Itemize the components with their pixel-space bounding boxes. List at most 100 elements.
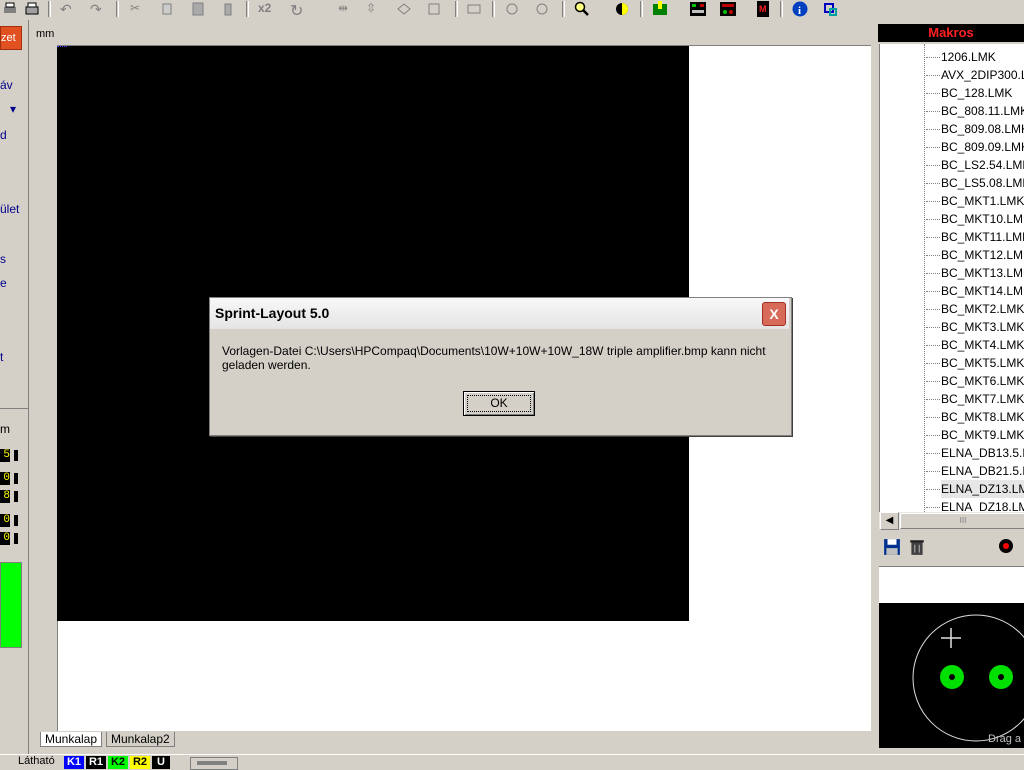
undo-icon[interactable]: ↶ xyxy=(60,1,76,17)
macro-list-item[interactable]: BC_MKT4.LMK xyxy=(941,336,1024,354)
layer-u[interactable]: U xyxy=(152,756,170,769)
macro-list-item[interactable]: BC_128.LMK xyxy=(941,84,1012,102)
footprint-preview xyxy=(912,614,1024,742)
macro-list-item[interactable]: 1206.LMK xyxy=(941,48,996,66)
redo-icon[interactable]: ↷ xyxy=(90,1,106,17)
left-item[interactable]: e xyxy=(0,276,7,290)
macro-list-item[interactable]: AVX_2DIP300.L xyxy=(941,66,1024,84)
svg-text:M: M xyxy=(759,4,767,14)
ok-button[interactable]: OK xyxy=(463,391,535,416)
scroll-left-button[interactable]: ◀ xyxy=(880,512,899,530)
number-field[interactable]: 0 xyxy=(0,514,10,527)
number-field[interactable]: 0 xyxy=(0,532,10,545)
print-icon[interactable] xyxy=(2,1,18,17)
toolbar: ↶ ↷ ✂ x2 ↻ ⇹ ⇳ M i xyxy=(0,0,1024,20)
left-item[interactable]: s xyxy=(0,252,6,266)
trash-icon[interactable] xyxy=(908,538,926,556)
drag-hint: Drag a xyxy=(988,733,1022,745)
macro-list-item[interactable]: ELNA_DB21.5.L xyxy=(941,462,1024,480)
macro-list-item[interactable]: BC_MKT5.LMK xyxy=(941,354,1024,372)
move-icon[interactable] xyxy=(822,1,838,17)
left-tab[interactable]: zet xyxy=(0,26,22,50)
macro-list-item[interactable]: BC_MKT7.LMK xyxy=(941,390,1024,408)
zoom-icon[interactable] xyxy=(574,1,590,17)
macro-list-item[interactable]: BC_MKT10.LMK xyxy=(941,210,1024,228)
layer-k1[interactable]: K1 xyxy=(64,756,84,769)
chevron-down-icon[interactable]: ▾ xyxy=(10,102,16,116)
left-item[interactable]: t xyxy=(0,350,3,364)
macro-list-item[interactable]: BC_MKT11.LMK xyxy=(941,228,1024,246)
left-item[interactable]: áv xyxy=(0,78,13,92)
layer-r2[interactable]: R2 xyxy=(130,756,150,769)
x2-icon[interactable]: x2 xyxy=(258,1,274,17)
macro-list-item[interactable]: BC_MKT1.LMK xyxy=(941,192,1024,210)
macro-list-item[interactable]: BC_LS5.08.LMK xyxy=(941,174,1024,192)
align-icon[interactable] xyxy=(466,1,482,17)
delete-icon[interactable] xyxy=(220,1,236,17)
photo-icon[interactable] xyxy=(720,1,736,17)
macro-list-item[interactable]: ELNA_DZ13.LM xyxy=(941,480,1024,498)
left-item[interactable]: ület xyxy=(0,202,19,216)
macro-list-item[interactable]: BC_MKT14.LMK xyxy=(941,282,1024,300)
spinner[interactable] xyxy=(14,491,18,502)
mirror-h-icon[interactable]: ⇹ xyxy=(338,1,354,17)
info-icon[interactable]: i xyxy=(792,1,808,17)
macro-list-item[interactable]: ELNA_DB13.5.L xyxy=(941,444,1024,462)
mirror-v-icon[interactable]: ⇳ xyxy=(366,1,382,17)
layer-icon[interactable] xyxy=(504,1,520,17)
macro-list-item[interactable]: BC_809.08.LMK xyxy=(941,120,1024,138)
makros-tree[interactable]: 1206.LMK AVX_2DIP300.L BC_128.LMK BC_808.11… xyxy=(879,44,1024,512)
macro-list-item[interactable]: BC_MKT12.LMK xyxy=(941,246,1024,264)
copy-icon[interactable] xyxy=(160,1,176,17)
rotate-icon[interactable]: ↻ xyxy=(290,1,306,20)
unit-label: mm xyxy=(36,28,55,40)
number-field[interactable]: 0 xyxy=(0,472,10,485)
macro-list-item[interactable]: BC_MKT8.LMK xyxy=(941,408,1024,426)
number-field[interactable]: 8 xyxy=(0,490,10,503)
tab-bar: Munkalap Munkalap2 xyxy=(30,731,875,748)
macro-preview[interactable] xyxy=(879,603,1024,748)
group-icon[interactable] xyxy=(396,1,412,17)
drc-icon[interactable] xyxy=(690,1,706,17)
macro-info-area xyxy=(879,566,1024,603)
svg-text:i: i xyxy=(798,5,801,17)
macro-list-item[interactable]: BC_MKT13.LMK xyxy=(941,264,1024,282)
number-field[interactable]: 5 xyxy=(0,449,10,462)
layer-r1[interactable]: R1 xyxy=(86,756,106,769)
status-button[interactable] xyxy=(190,757,238,770)
dialog-title: Sprint-Layout 5.0 xyxy=(215,305,330,321)
layer-icon[interactable] xyxy=(534,1,550,17)
macro-list-item[interactable]: BC_808.11.LMK xyxy=(941,102,1024,120)
spinner[interactable] xyxy=(14,533,18,544)
spinner[interactable] xyxy=(14,515,18,526)
record-icon[interactable] xyxy=(998,538,1014,554)
tools-icon[interactable] xyxy=(652,1,668,17)
ungroup-icon[interactable] xyxy=(426,1,442,17)
macro-list-item[interactable]: BC_809.09.LMK xyxy=(941,138,1024,156)
save-icon[interactable] xyxy=(883,538,901,556)
layer-k2[interactable]: K2 xyxy=(108,756,128,769)
cut-icon[interactable]: ✂ xyxy=(130,1,146,17)
scroll-thumb[interactable]: III xyxy=(900,513,1024,529)
origin-marker xyxy=(57,46,67,51)
macro-icon[interactable]: M xyxy=(756,1,772,17)
macro-list-item[interactable]: BC_MKT6.LMK xyxy=(941,372,1024,390)
spinner[interactable] xyxy=(14,450,18,461)
print-icon[interactable] xyxy=(24,1,40,17)
active-color-swatch[interactable] xyxy=(0,562,22,648)
tab-munkalap[interactable]: Munkalap xyxy=(40,732,103,747)
close-icon[interactable]: X xyxy=(762,302,786,326)
left-item[interactable]: d xyxy=(0,128,7,142)
macro-list-item[interactable]: BC_MKT2.LMK xyxy=(941,300,1024,318)
macro-list-item[interactable]: BC_LS2.54.LMK xyxy=(941,156,1024,174)
paste-icon[interactable] xyxy=(190,1,206,17)
macro-list-item[interactable]: BC_MKT3.LMK xyxy=(941,318,1024,336)
tab-munkalap2[interactable]: Munkalap2 xyxy=(106,732,175,747)
unit-label: m xyxy=(0,422,10,436)
layer-icon[interactable] xyxy=(614,1,630,17)
dialog-message: Vorlagen-Datei C:\Users\HPCompaq\Documen… xyxy=(222,344,766,372)
spinner[interactable] xyxy=(14,473,18,484)
makros-header: Makros xyxy=(878,24,1024,42)
macro-list-item[interactable]: BC_MKT9.LMK xyxy=(941,426,1024,444)
macro-list-item[interactable]: ELNA_DZ18.LM xyxy=(941,498,1024,512)
